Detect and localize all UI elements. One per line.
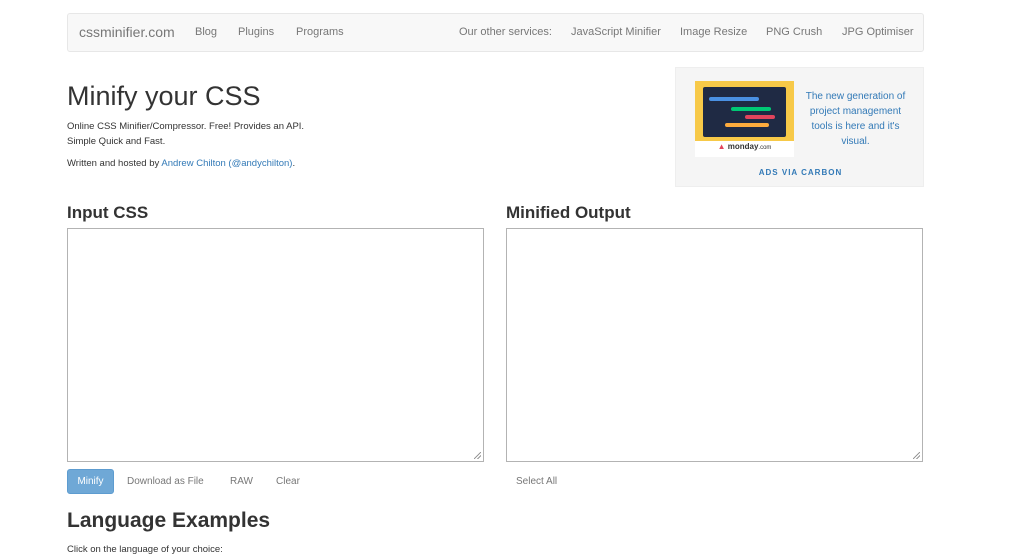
language-examples-heading: Language Examples bbox=[67, 509, 271, 532]
nav-link-blog[interactable]: Blog bbox=[195, 26, 217, 38]
ad-image-screenshot bbox=[703, 87, 786, 137]
nav-link-plugins[interactable]: Plugins bbox=[238, 26, 274, 38]
author-credit: Written and hosted by Andrew Chilton (@a… bbox=[67, 158, 295, 169]
navbar: cssminifier.com Blog Plugins Programs Ou… bbox=[67, 13, 924, 52]
ad-image[interactable]: ▲ monday.com bbox=[695, 81, 794, 157]
input-heading: Input CSS bbox=[67, 203, 149, 222]
raw-button[interactable]: RAW bbox=[230, 476, 253, 487]
nav-link-png-crush[interactable]: PNG Crush bbox=[766, 26, 822, 38]
brand-link[interactable]: cssminifier.com bbox=[79, 24, 175, 40]
credit-suffix: . bbox=[292, 158, 296, 169]
nav-link-javascript-minifier[interactable]: JavaScript Minifier bbox=[571, 26, 661, 38]
twitter-handle-link[interactable]: (@andychilton) bbox=[228, 158, 292, 169]
carbon-ad: ▲ monday.com The new generation of proje… bbox=[675, 67, 924, 187]
nav-link-image-resize[interactable]: Image Resize bbox=[680, 26, 747, 38]
ad-image-row bbox=[731, 107, 771, 111]
nav-link-jpg-optimiser[interactable]: JPG Optimiser bbox=[842, 26, 914, 38]
output-heading: Minified Output bbox=[506, 203, 631, 222]
minify-button[interactable]: Minify bbox=[67, 469, 114, 494]
minified-output-textarea[interactable] bbox=[506, 228, 923, 462]
ad-text[interactable]: The new generation of project management… bbox=[803, 89, 908, 149]
download-as-file-button[interactable]: Download as File bbox=[127, 476, 204, 487]
monday-logo-suffix: .com bbox=[758, 145, 772, 151]
monday-logo: ▲ monday.com bbox=[717, 142, 772, 151]
description-line-1: Online CSS Minifier/Compressor. Free! Pr… bbox=[67, 121, 305, 132]
page-title: Minify your CSS bbox=[67, 81, 261, 111]
ad-image-row bbox=[709, 97, 759, 101]
select-all-button[interactable]: Select All bbox=[516, 476, 557, 487]
nav-link-programs[interactable]: Programs bbox=[296, 26, 344, 38]
services-label: Our other services: bbox=[459, 26, 552, 38]
description-line-2: Simple Quick and Fast. bbox=[67, 136, 166, 147]
resize-grip-icon[interactable] bbox=[474, 452, 481, 459]
input-css-textarea[interactable] bbox=[67, 228, 484, 462]
monday-logo-text: monday bbox=[727, 142, 759, 151]
language-examples-subtitle: Click on the language of your choice: bbox=[67, 544, 223, 555]
credit-prefix: Written and hosted by bbox=[67, 158, 162, 169]
ads-via-carbon-link[interactable]: ADS VIA CARBON bbox=[676, 168, 925, 177]
ad-image-row bbox=[725, 123, 769, 127]
author-link[interactable]: Andrew Chilton bbox=[161, 158, 225, 169]
ad-image-row bbox=[745, 115, 775, 119]
resize-grip-icon[interactable] bbox=[913, 452, 920, 459]
clear-button[interactable]: Clear bbox=[276, 476, 300, 487]
